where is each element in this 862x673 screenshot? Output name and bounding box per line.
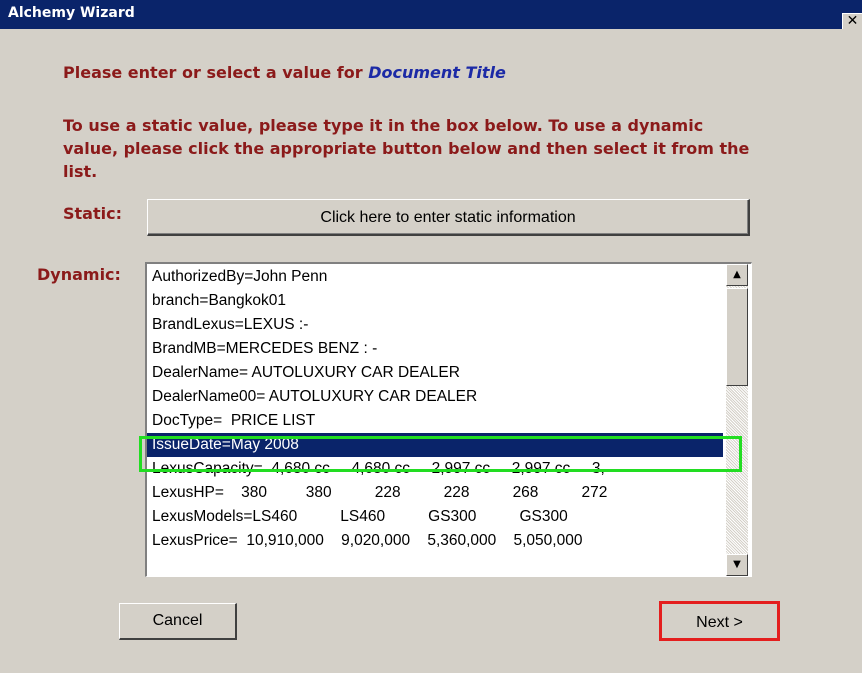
prompt-text: Please enter or select a value for Docum… (63, 63, 506, 82)
static-info-button[interactable]: Click here to enter static information (147, 199, 750, 236)
vertical-scrollbar[interactable]: ▲ ▼ (726, 264, 748, 576)
list-item[interactable]: LexusPrice= 10,910,000 9,020,000 5,360,0… (147, 529, 723, 553)
list-item[interactable]: DealerName00= AUTOLUXURY CAR DEALER (147, 385, 723, 409)
dynamic-list: AuthorizedBy=John Penn branch=Bangkok01 … (147, 265, 723, 575)
field-name: Document Title (368, 63, 506, 82)
scroll-up-icon[interactable]: ▲ (726, 264, 748, 286)
static-label: Static: (63, 204, 122, 223)
list-item-selected[interactable]: IssueDate=May 2008 (147, 433, 723, 457)
list-item[interactable]: DocType= PRICE LIST (147, 409, 723, 433)
scroll-down-icon[interactable]: ▼ (726, 554, 748, 576)
list-item[interactable]: branch=Bangkok01 (147, 289, 723, 313)
list-item[interactable]: LexusModels=LS460 LS460 GS300 GS300 (147, 505, 723, 529)
dynamic-label: Dynamic: (37, 265, 121, 284)
prompt-label: Please enter or select a value for (63, 63, 369, 82)
list-item[interactable]: AuthorizedBy=John Penn (147, 265, 723, 289)
scroll-thumb[interactable] (726, 288, 748, 386)
list-item[interactable]: LexusCapacity= 4,680 cc 4,680 cc 2,997 c… (147, 457, 723, 481)
next-button[interactable]: Next > (659, 601, 780, 641)
list-item[interactable]: BrandLexus=LEXUS :- (147, 313, 723, 337)
window-title: Alchemy Wizard (8, 5, 135, 21)
list-item[interactable]: BrandMB=MERCEDES BENZ : - (147, 337, 723, 361)
cancel-button[interactable]: Cancel (119, 603, 237, 640)
title-bar: Alchemy Wizard ✕ (0, 0, 862, 29)
instructions-text: To use a static value, please type it in… (63, 116, 750, 181)
close-icon[interactable]: ✕ (842, 13, 862, 29)
list-item[interactable]: LexusHP= 380 380 228 228 268 272 (147, 481, 723, 505)
dynamic-listbox[interactable]: AuthorizedBy=John Penn branch=Bangkok01 … (145, 262, 752, 577)
list-item[interactable]: DealerName= AUTOLUXURY CAR DEALER (147, 361, 723, 385)
